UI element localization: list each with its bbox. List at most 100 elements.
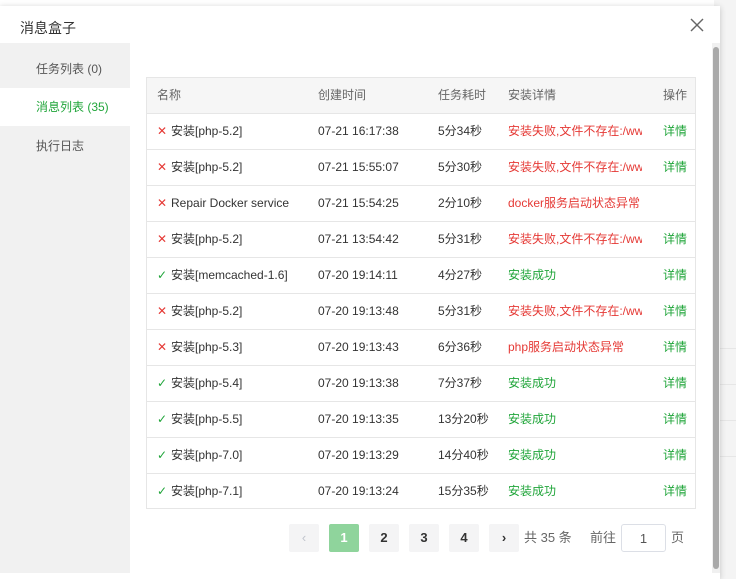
created-time: 07-21 15:55:07 [318,160,399,174]
column-header-action: 操作 [663,88,688,102]
task-name: Repair Docker service [171,196,290,210]
sidebar-item-label: 执行日志 [36,139,85,153]
created-time: 07-20 19:13:29 [318,448,399,462]
task-name-cell: ✕ 安装[php-5.3] [157,330,307,365]
detail-link[interactable]: 详情 [663,222,695,257]
table-row: ✕ Repair Docker service 07-21 15:54:25 2分10… [147,186,695,222]
task-name: 安装[php-5.2] [171,304,243,318]
sidebar-item-message-list[interactable]: 消息列表 (35) [0,88,130,126]
column-header-duration: 任务耗时 [438,88,487,102]
task-name-cell: ✕ 安装[php-5.2] [157,222,307,257]
task-duration: 15分35秒 [438,484,489,498]
sidebar-item-label: 消息列表 (35) [36,100,109,114]
close-button[interactable] [688,16,706,34]
task-duration: 13分20秒 [438,412,489,426]
install-detail: 安装失败,文件不存在:/ww [508,304,642,318]
page-suffix: 页 [671,530,685,545]
goto-label: 前往 [590,530,617,545]
total-count: 共 35 条 [524,530,572,545]
page-button-2[interactable]: 2 [369,524,399,552]
table-row: ✓ 安装[memcached-1.6] 07-20 19:14:11 4分27秒 安装成… [147,258,695,294]
created-time: 07-20 19:13:43 [318,340,399,354]
cross-icon: ✕ [157,196,168,210]
install-detail: 安装失败,文件不存在:/ww [508,232,642,246]
prev-page-button[interactable]: ‹ [289,524,319,552]
dialog-header: 消息盒子 [0,6,720,48]
created-time: 07-20 19:13:35 [318,412,399,426]
install-detail: 安装失败,文件不存在:/ww [508,160,642,174]
task-name-cell: ✓ 安装[php-7.1] [157,474,307,508]
table-row: ✕ 安装[php-5.2] 07-20 19:13:48 5分31秒 安装失败,文件不存… [147,294,695,330]
task-duration: 5分31秒 [438,232,483,246]
detail-link[interactable]: 详情 [663,330,695,365]
check-icon: ✓ [157,268,168,282]
cross-icon: ✕ [157,232,168,246]
task-duration: 6分36秒 [438,340,483,354]
task-name-cell: ✓ 安装[php-5.4] [157,366,307,401]
detail-link[interactable]: 详情 [663,150,695,185]
sidebar: 任务列表 (0) 消息列表 (35) 执行日志 [0,43,130,573]
cross-icon: ✕ [157,340,168,354]
detail-link[interactable]: 详情 [663,294,695,329]
detail-link[interactable]: 详情 [663,258,695,293]
task-name: 安装[php-7.0] [171,448,243,462]
task-duration: 7分37秒 [438,376,483,390]
page-button-4[interactable]: 4 [449,524,479,552]
created-time: 07-20 19:13:38 [318,376,399,390]
detail-link[interactable]: 详情 [663,438,695,473]
detail-link[interactable]: 详情 [663,114,695,149]
detail-link[interactable]: 详情 [663,402,695,437]
column-header-detail: 安装详情 [508,88,557,102]
task-name-cell: ✓ 安装[memcached-1.6] [157,258,307,293]
task-name-cell: ✓ 安装[php-7.0] [157,438,307,473]
check-icon: ✓ [157,412,168,426]
sidebar-item-label: 任务列表 (0) [36,62,103,76]
table-row: ✕ 安装[php-5.3] 07-20 19:13:43 6分36秒 php服务启动状态… [147,330,695,366]
task-duration: 5分31秒 [438,304,483,318]
goto-page-input[interactable] [621,524,666,552]
install-detail: 安装成功 [508,268,557,282]
dialog-title: 消息盒子 [20,20,76,36]
table-row: ✓ 安装[php-7.0] 07-20 19:13:29 14分40秒 安装成功 详情 [147,438,695,474]
task-duration: 4分27秒 [438,268,483,282]
page-button-1[interactable]: 1 [329,524,359,552]
page-button-3[interactable]: 3 [409,524,439,552]
table-row: ✓ 安装[php-5.5] 07-20 19:13:35 13分20秒 安装成功 详情 [147,402,695,438]
sidebar-item-execution-log[interactable]: 执行日志 [0,127,130,165]
created-time: 07-20 19:14:11 [318,268,398,282]
detail-link[interactable]: 详情 [663,474,695,508]
task-name: 安装[php-5.2] [171,160,243,174]
task-name: 安装[php-5.5] [171,412,243,426]
created-time: 07-21 15:54:25 [318,196,399,210]
created-time: 07-21 16:17:38 [318,124,399,138]
check-icon: ✓ [157,376,168,390]
scrollbar[interactable] [712,43,720,573]
check-icon: ✓ [157,484,168,498]
task-name: 安装[php-5.2] [171,232,243,246]
install-detail: 安装失败,文件不存在:/ww [508,124,642,138]
message-table: 名称 创建时间 任务耗时 安装详情 操作 ✕ 安装[php-5.2] 07-21 1… [146,77,696,509]
column-header-name: 名称 [157,88,182,102]
scrollbar-thumb[interactable] [713,47,719,569]
created-time: 07-21 13:54:42 [318,232,399,246]
install-detail: php服务启动状态异常 [508,340,625,354]
column-header-created: 创建时间 [318,88,367,102]
next-page-button[interactable]: › [489,524,519,552]
task-duration: 5分34秒 [438,124,483,138]
table-row: ✕ 安装[php-5.2] 07-21 15:55:07 5分30秒 安装失败,文件不存… [147,150,695,186]
install-detail: docker服务启动状态异常 [508,196,641,210]
task-name-cell: ✓ 安装[php-5.5] [157,402,307,437]
table-row: ✓ 安装[php-7.1] 07-20 19:13:24 15分35秒 安装成功 详情 [147,474,695,508]
created-time: 07-20 19:13:24 [318,484,399,498]
cross-icon: ✕ [157,160,168,174]
table-row: ✕ 安装[php-5.2] 07-21 13:54:42 5分31秒 安装失败,文件不存… [147,222,695,258]
created-time: 07-20 19:13:48 [318,304,399,318]
install-detail: 安装成功 [508,412,557,426]
table-header: 名称 创建时间 任务耗时 安装详情 操作 [147,78,695,114]
close-icon [690,18,704,32]
table-row: ✕ 安装[php-5.2] 07-21 16:17:38 5分34秒 安装失败,文件不存… [147,114,695,150]
install-detail: 安装成功 [508,376,557,390]
cross-icon: ✕ [157,304,168,318]
detail-link[interactable]: 详情 [663,366,695,401]
sidebar-item-task-list[interactable]: 任务列表 (0) [0,50,130,88]
